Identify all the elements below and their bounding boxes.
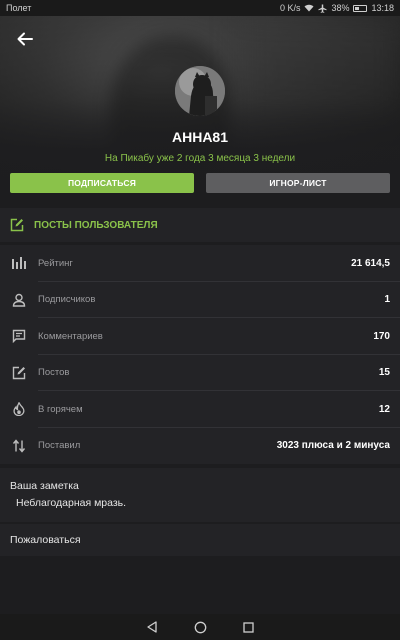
bar-chart-icon xyxy=(0,257,38,270)
triangle-back-icon xyxy=(147,621,157,633)
fire-icon xyxy=(0,402,38,417)
stat-label: Рейтинг xyxy=(38,257,73,269)
profile-header: АННА81 На Пикабу уже 2 года 3 месяца 3 н… xyxy=(0,16,400,204)
edit-icon xyxy=(0,366,38,380)
battery-fill xyxy=(355,6,360,10)
avatar[interactable] xyxy=(175,66,225,116)
user-note[interactable]: Ваша заметка Неблагодарная мразь. xyxy=(0,468,400,522)
carrier-label: Полет xyxy=(6,3,32,13)
square-recents-icon xyxy=(243,621,254,633)
stat-value: 170 xyxy=(373,330,390,342)
status-bar: Полет 0 K/s 38% 13:18 xyxy=(0,0,400,16)
stat-value: 1 xyxy=(384,294,390,306)
stat-label: Постов xyxy=(38,367,70,379)
report-button[interactable]: Пожаловаться xyxy=(0,524,400,556)
stat-posts: Постов 15 xyxy=(0,355,400,392)
stat-value: 3023 плюса и 2 минуса xyxy=(276,440,390,452)
stat-rating: Рейтинг 21 614,5 xyxy=(0,245,400,282)
stat-value: 15 xyxy=(378,367,390,379)
back-button[interactable] xyxy=(14,28,36,50)
network-speed: 0 K/s xyxy=(279,3,301,13)
circle-home-icon xyxy=(194,621,207,633)
user-posts-label: ПОСТЫ ПОЛЬЗОВАТЕЛЯ xyxy=(34,219,158,231)
ignore-list-button[interactable]: ИГНОР-ЛИСТ xyxy=(206,173,390,193)
username: АННА81 xyxy=(171,129,228,145)
battery-icon xyxy=(353,4,368,12)
person-icon xyxy=(0,293,38,307)
wifi-icon xyxy=(304,4,314,12)
nav-back-button[interactable] xyxy=(146,621,158,633)
stat-value: 12 xyxy=(378,403,390,415)
comment-icon xyxy=(0,329,38,344)
stat-comments: Комментариев 170 xyxy=(0,318,400,355)
nav-home-button[interactable] xyxy=(194,621,207,634)
battery-percent: 38% xyxy=(331,3,350,13)
stat-label: Подписчиков xyxy=(38,294,96,306)
nav-recents-button[interactable] xyxy=(243,621,254,633)
clock: 13:18 xyxy=(371,3,394,13)
user-posts-link[interactable]: ПОСТЫ ПОЛЬЗОВАТЕЛЯ xyxy=(0,208,400,242)
arrow-left-icon xyxy=(17,32,33,46)
stat-label: Комментариев xyxy=(38,330,103,342)
system-nav-bar xyxy=(0,614,400,640)
note-text: Неблагодарная мразь. xyxy=(16,497,127,509)
stat-votes: Поставил 3023 плюса и 2 минуса xyxy=(0,428,400,465)
stat-value: 21 614,5 xyxy=(351,257,390,269)
stat-label: Поставил xyxy=(38,440,81,452)
stats-list: Рейтинг 21 614,5 Подписчиков 1 Комментар… xyxy=(0,245,400,464)
note-title: Ваша заметка xyxy=(10,480,79,492)
up-down-arrows-icon xyxy=(0,439,38,453)
stat-label: В горячем xyxy=(38,403,83,415)
stat-hot: В горячем 12 xyxy=(0,391,400,428)
airplane-mode-icon xyxy=(318,3,328,13)
subscribe-button[interactable]: ПОДПИСАТЬСЯ xyxy=(10,173,194,193)
stat-subscribers: Подписчиков 1 xyxy=(0,282,400,319)
membership-duration: На Пикабу уже 2 года 3 месяца 3 недели xyxy=(104,153,296,164)
edit-icon xyxy=(10,218,24,232)
status-icons: 0 K/s 38% 13:18 xyxy=(280,3,394,13)
